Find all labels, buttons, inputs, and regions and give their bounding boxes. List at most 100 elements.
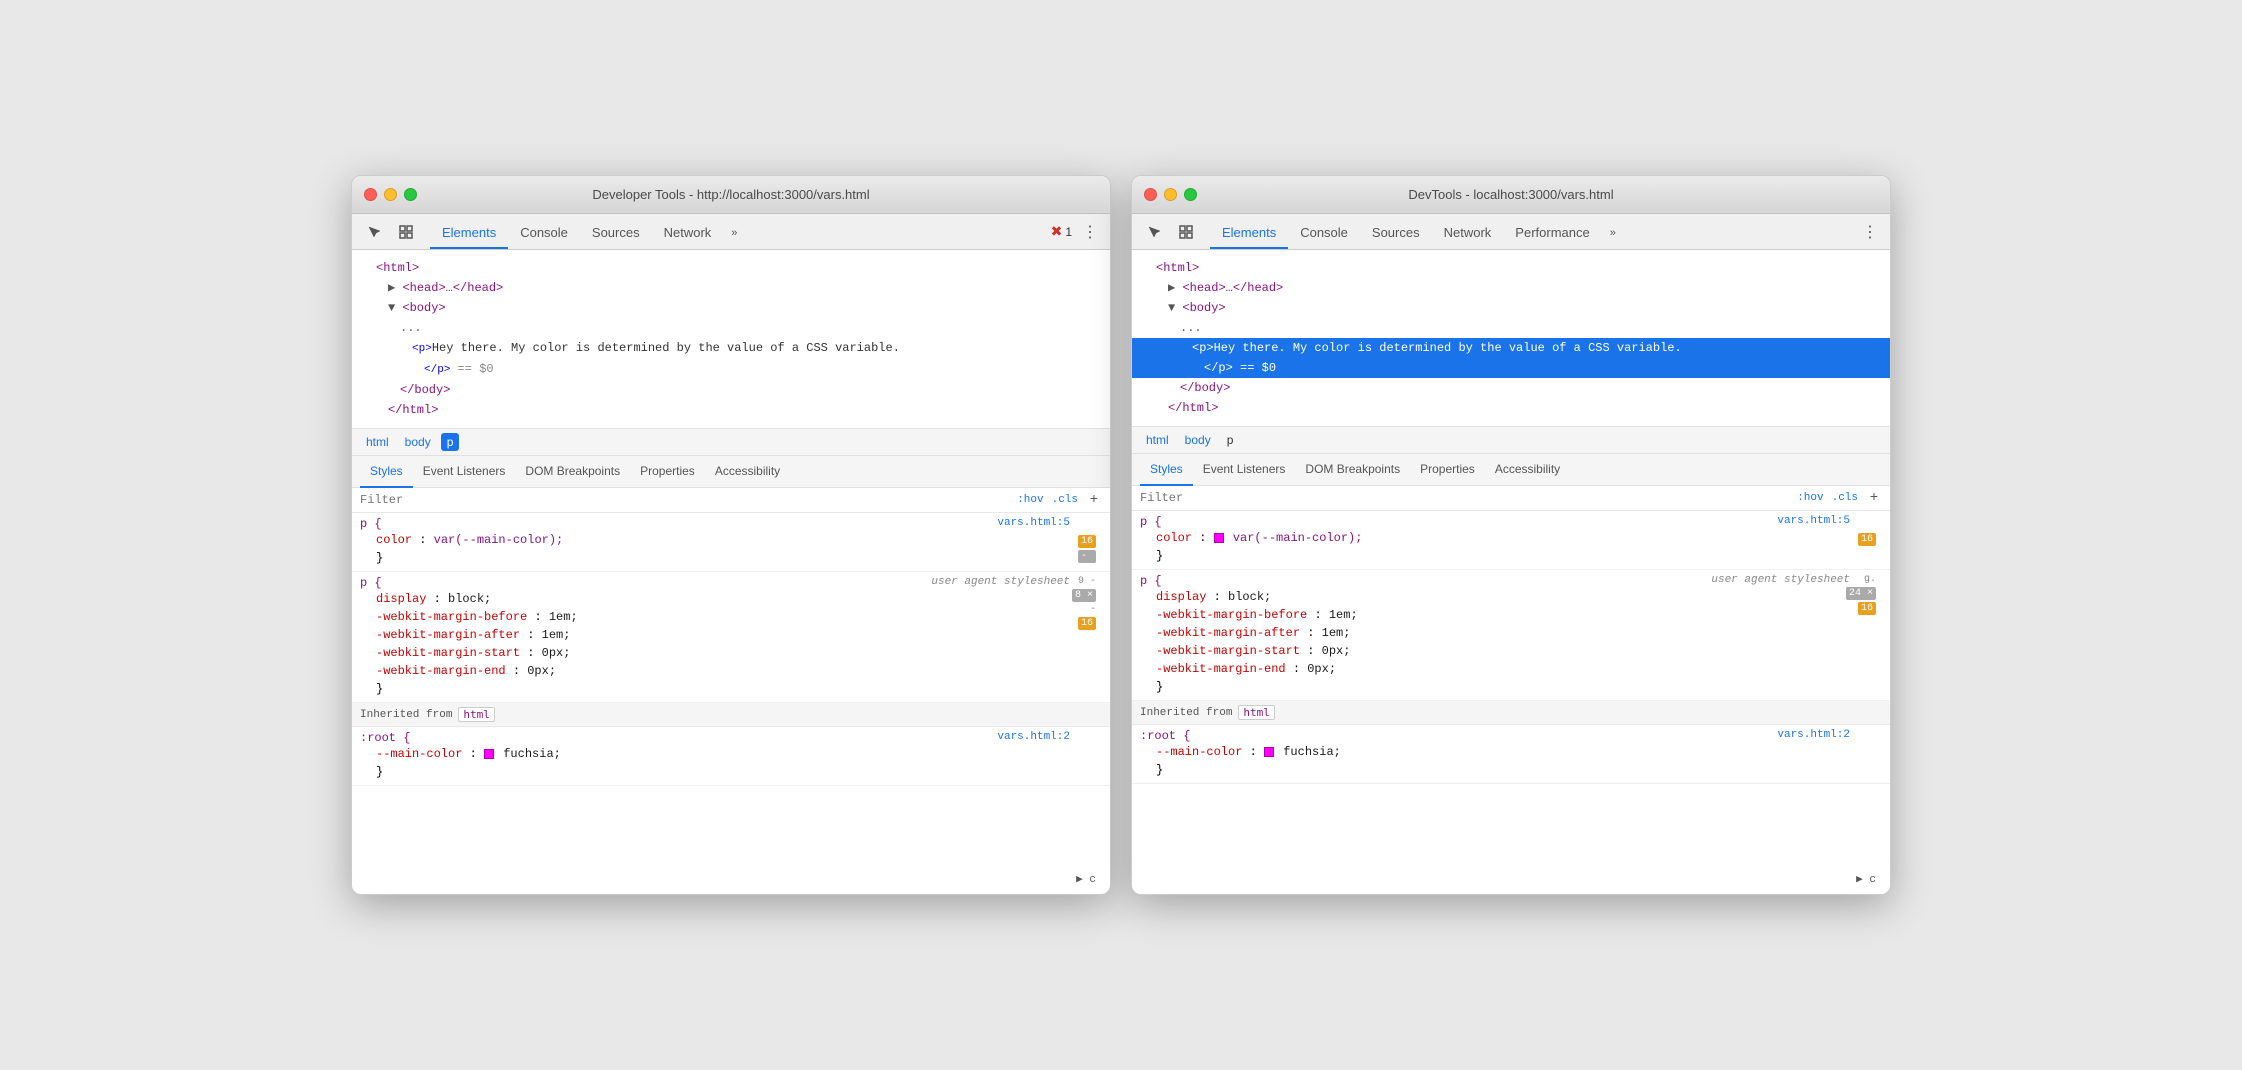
css-selector-1: p { <box>360 517 382 531</box>
cursor-icon-2[interactable] <box>1140 218 1168 246</box>
tab-more-2[interactable]: » <box>1602 217 1624 249</box>
tab-console-2[interactable]: Console <box>1288 217 1360 249</box>
close-button-2[interactable] <box>1144 188 1157 201</box>
bottom-arrow-1: ▶ c <box>1076 872 1096 886</box>
style-tab-properties-2[interactable]: Properties <box>1410 454 1485 486</box>
toolbar-icons-1 <box>360 218 420 246</box>
style-tab-event-listeners[interactable]: Event Listeners <box>413 456 516 488</box>
prop-colon-mc: : <box>470 747 484 761</box>
maximize-button-2[interactable] <box>1184 188 1197 201</box>
style-tab-dom-breakpoints[interactable]: DOM Breakpoints <box>515 456 630 488</box>
minimize-button-1[interactable] <box>384 188 397 201</box>
prop-name-me-2: -webkit-margin-end <box>1156 662 1286 676</box>
num-badge-16-2: 16 <box>1858 533 1876 546</box>
error-x-icon: ✖ <box>1051 223 1063 240</box>
css-rule-p-ua-2: p { user agent stylesheet display : bloc… <box>1132 570 1890 701</box>
body-expand[interactable]: ▼ <box>388 301 395 315</box>
style-tab-accessibility[interactable]: Accessibility <box>705 456 790 488</box>
css-rule-header-1: p { vars.html:5 <box>360 517 1070 531</box>
inherited-from-2: Inherited from html <box>1132 701 1890 725</box>
prop-name-main-color-2: --main-color <box>1156 745 1242 759</box>
head-expand[interactable]: ▶ <box>388 281 395 295</box>
color-swatch-fuchsia-2[interactable] <box>1264 747 1274 757</box>
close-brace-2: } <box>1156 549 1163 563</box>
head-expand-2[interactable]: ▶ <box>1168 281 1175 295</box>
ellipsis-text: ... <box>400 321 422 335</box>
style-tab-accessibility-2[interactable]: Accessibility <box>1485 454 1570 486</box>
breadcrumb-html-2[interactable]: html <box>1140 431 1175 449</box>
minimize-button-2[interactable] <box>1164 188 1177 201</box>
style-tab-styles-2[interactable]: Styles <box>1140 454 1193 486</box>
inspect-icon-2[interactable] <box>1172 218 1200 246</box>
css-prop-color-2: color : var(--main-color); <box>1140 529 1850 547</box>
error-count: 1 <box>1065 225 1072 239</box>
css-prop-display-2: display : block; <box>1140 588 1850 606</box>
tab-sources-1[interactable]: Sources <box>580 217 652 249</box>
dom-head-2[interactable]: ▶ <head>…</head> <box>1132 278 1890 298</box>
dom-p-close-2[interactable]: </p> == $0 <box>1132 358 1890 378</box>
sn-dash: - <box>1090 604 1096 615</box>
css-source-root[interactable]: vars.html:2 <box>997 731 1070 743</box>
breadcrumb-body-2[interactable]: body <box>1179 431 1217 449</box>
filter-hov-1[interactable]: :hov <box>1017 494 1043 506</box>
css-close-ua-2: } <box>1140 678 1850 696</box>
tab-network-2[interactable]: Network <box>1432 217 1504 249</box>
breadcrumb-body[interactable]: body <box>399 433 437 451</box>
prop-val-ms-2: 0px; <box>1322 644 1351 658</box>
css-rule-header-2: p { vars.html:5 <box>1140 515 1850 529</box>
tab-performance-2[interactable]: Performance <box>1503 217 1601 249</box>
filter-cls-2[interactable]: .cls <box>1832 492 1858 504</box>
dom-body-2[interactable]: ▼ <body> <box>1132 298 1890 318</box>
css-source-link-1[interactable]: vars.html:5 <box>997 517 1070 529</box>
style-tab-event-listeners-2[interactable]: Event Listeners <box>1193 454 1296 486</box>
filter-input-1[interactable] <box>360 493 1009 507</box>
breadcrumb-p-2[interactable]: p <box>1221 431 1240 449</box>
style-tab-dom-breakpoints-2[interactable]: DOM Breakpoints <box>1295 454 1410 486</box>
prop-val-ma-2: 1em; <box>1322 626 1351 640</box>
css-source-ua: user agent stylesheet <box>931 576 1070 588</box>
styles-panel-2[interactable]: :hov .cls + p { vars.html:5 color : var(… <box>1132 486 1890 894</box>
dollar-sign: == $0 <box>450 362 493 376</box>
style-tab-properties[interactable]: Properties <box>630 456 705 488</box>
add-style-rule-1[interactable]: + <box>1086 492 1102 508</box>
cursor-icon[interactable] <box>360 218 388 246</box>
dom-head[interactable]: ▶ <head>…</head> <box>352 278 1110 298</box>
filter-hov-2[interactable]: :hov <box>1797 492 1823 504</box>
tab-console-1[interactable]: Console <box>508 217 580 249</box>
filter-cls-1[interactable]: .cls <box>1052 494 1078 506</box>
css-source-link-2[interactable]: vars.html:5 <box>1777 515 1850 527</box>
styles-panel-1[interactable]: :hov .cls + p { vars.html:5 color : var(… <box>352 488 1110 894</box>
body-expand-2[interactable]: ▼ <box>1168 301 1175 315</box>
tab-elements-1[interactable]: Elements <box>430 217 508 249</box>
tab-more-1[interactable]: » <box>723 217 745 249</box>
breadcrumb-p[interactable]: p <box>441 433 460 451</box>
css-source-root-2[interactable]: vars.html:2 <box>1777 729 1850 741</box>
inherited-tag-html-1[interactable]: html <box>458 707 495 722</box>
tab-elements-2[interactable]: Elements <box>1210 217 1288 249</box>
tab-network-1[interactable]: Network <box>652 217 724 249</box>
color-swatch-fuchsia-1[interactable] <box>484 749 494 759</box>
dom-p-close[interactable]: </p> == $0 <box>352 359 1110 380</box>
prop-name-color-2: color <box>1156 531 1192 545</box>
dom-html-2[interactable]: <html> <box>1132 258 1890 278</box>
add-style-rule-2[interactable]: + <box>1866 490 1882 506</box>
dom-p-content-2[interactable]: <p>Hey there. My color is determined by … <box>1132 338 1890 358</box>
inherited-tag-html-2[interactable]: html <box>1238 705 1275 720</box>
dom-p-content[interactable]: <p>Hey there. My color is determined by … <box>352 338 1110 359</box>
filter-input-2[interactable] <box>1140 491 1789 505</box>
breadcrumb-html[interactable]: html <box>360 433 395 451</box>
prop-val-color: var(--main-color); <box>434 533 564 547</box>
close-button-1[interactable] <box>364 188 377 201</box>
dom-html[interactable]: <html> <box>352 258 1110 278</box>
color-swatch-color-2[interactable] <box>1214 533 1224 543</box>
menu-button-2[interactable]: ⋮ <box>1858 220 1882 244</box>
dom-body[interactable]: ▼ <body> <box>352 298 1110 318</box>
style-tab-styles[interactable]: Styles <box>360 456 413 488</box>
menu-button-1[interactable]: ⋮ <box>1078 220 1102 244</box>
tab-sources-2[interactable]: Sources <box>1360 217 1432 249</box>
css-prop-mb-2: -webkit-margin-before : 1em; <box>1140 606 1850 624</box>
css-rule-header-ua: p { user agent stylesheet <box>360 576 1070 590</box>
maximize-button-1[interactable] <box>404 188 417 201</box>
prop-name-mb-2: -webkit-margin-before <box>1156 608 1307 622</box>
inspect-icon[interactable] <box>392 218 420 246</box>
